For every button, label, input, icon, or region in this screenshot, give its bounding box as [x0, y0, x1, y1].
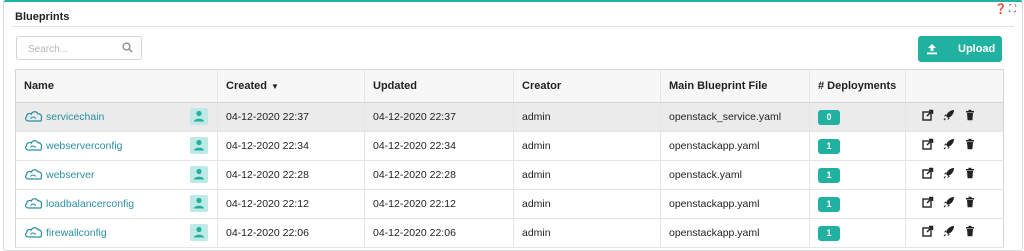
main-blueprint-file-cell: openstackapp.yaml — [660, 189, 810, 219]
creator-cell: admin — [513, 131, 661, 161]
main-blueprint-file-cell: openstackapp.yaml — [660, 218, 810, 248]
search-icon[interactable] — [122, 42, 133, 56]
blueprint-cloud-icon — [24, 168, 43, 183]
actions-cell — [905, 131, 1004, 161]
blueprint-name-link[interactable]: webserver — [46, 169, 94, 181]
deployments-cell: 1 — [809, 131, 906, 161]
blueprint-name-link[interactable]: servicechain — [46, 111, 104, 123]
widget-controls: ❓⛶ — [995, 4, 1018, 15]
deployments-count-badge: 0 — [818, 109, 840, 125]
blueprint-cloud-icon — [24, 197, 43, 212]
blueprints-table: Name Created ▼ Updated Creator Main Bluep… — [15, 69, 1004, 248]
delete-trash-icon[interactable] — [962, 138, 978, 154]
upload-icon — [926, 43, 938, 58]
delete-trash-icon[interactable] — [962, 109, 978, 125]
user-icon — [190, 224, 208, 241]
updated-cell: 04-12-2020 22:37 — [364, 102, 514, 132]
creator-cell: admin — [513, 189, 661, 219]
deployments-cell: 1 — [809, 218, 906, 248]
name-cell: servicechain — [15, 102, 218, 132]
name-cell: webserver — [15, 160, 218, 190]
deployments-count-badge: 1 — [818, 138, 840, 154]
column-header-updated[interactable]: Updated — [364, 69, 514, 103]
search-input[interactable] — [26, 38, 126, 60]
deploy-rocket-icon[interactable] — [941, 167, 957, 183]
deployments-count-badge: 1 — [818, 167, 840, 183]
column-header-deployments[interactable]: # Deployments — [809, 69, 906, 103]
created-cell: 04-12-2020 22:06 — [217, 218, 365, 248]
user-icon — [190, 108, 208, 125]
deploy-rocket-icon[interactable] — [941, 109, 957, 125]
deploy-rocket-icon[interactable] — [941, 196, 957, 212]
main-blueprint-file-cell: openstackapp.yaml — [660, 131, 810, 161]
upload-label: Upload — [958, 43, 996, 55]
deployments-count-badge: 1 — [818, 196, 840, 212]
created-cell: 04-12-2020 22:12 — [217, 189, 365, 219]
created-cell: 04-12-2020 22:28 — [217, 160, 365, 190]
deployments-cell: 0 — [809, 102, 906, 132]
creator-cell: admin — [513, 102, 661, 132]
user-icon — [190, 195, 208, 212]
actions-cell — [905, 102, 1004, 132]
actions-cell — [905, 218, 1004, 248]
create-deployment-icon[interactable] — [920, 167, 936, 183]
name-cell: loadbalancerconfig — [15, 189, 218, 219]
deploy-rocket-icon[interactable] — [941, 138, 957, 154]
deploy-rocket-icon[interactable] — [941, 225, 957, 241]
table-row[interactable]: loadbalancerconfig 04-12-2020 22:12 04-1… — [15, 189, 1004, 219]
upload-button[interactable]: Upload — [918, 36, 1002, 62]
help-icon[interactable]: ❓ — [995, 4, 1009, 15]
name-cell: firewallconfig — [15, 218, 218, 248]
column-header-created[interactable]: Created ▼ — [217, 69, 365, 103]
created-cell: 04-12-2020 22:34 — [217, 131, 365, 161]
user-icon — [190, 137, 208, 154]
sort-desc-icon: ▼ — [270, 82, 279, 91]
blueprint-name-link[interactable]: webserverconfig — [46, 140, 122, 152]
create-deployment-icon[interactable] — [920, 196, 936, 212]
deployments-count-badge: 1 — [818, 225, 840, 241]
column-header-creator[interactable]: Creator — [513, 69, 661, 103]
blueprint-cloud-icon — [24, 226, 43, 241]
updated-cell: 04-12-2020 22:06 — [364, 218, 514, 248]
table-header-row: Name Created ▼ Updated Creator Main Bluep… — [15, 69, 1004, 103]
column-header-name[interactable]: Name — [15, 69, 218, 103]
table-row[interactable]: servicechain 04-12-2020 22:37 04-12-2020… — [15, 102, 1004, 132]
column-header-actions — [905, 69, 1004, 103]
updated-cell: 04-12-2020 22:34 — [364, 131, 514, 161]
widget-title: Blueprints — [15, 11, 70, 23]
creator-cell: admin — [513, 160, 661, 190]
deployments-cell: 1 — [809, 189, 906, 219]
create-deployment-icon[interactable] — [920, 109, 936, 125]
actions-cell — [905, 189, 1004, 219]
created-cell: 04-12-2020 22:37 — [217, 102, 365, 132]
create-deployment-icon[interactable] — [920, 138, 936, 154]
create-deployment-icon[interactable] — [920, 225, 936, 241]
search-box — [16, 36, 142, 60]
blueprint-cloud-icon — [24, 139, 43, 154]
delete-trash-icon[interactable] — [962, 167, 978, 183]
updated-cell: 04-12-2020 22:12 — [364, 189, 514, 219]
table-row[interactable]: webserver 04-12-2020 22:28 04-12-2020 22… — [15, 160, 1004, 190]
table-row[interactable]: firewallconfig 04-12-2020 22:06 04-12-20… — [15, 218, 1004, 248]
delete-trash-icon[interactable] — [962, 196, 978, 212]
expand-icon[interactable]: ⛶ — [1009, 4, 1018, 15]
deployments-cell: 1 — [809, 160, 906, 190]
user-icon — [190, 166, 208, 183]
main-blueprint-file-cell: openstack_service.yaml — [660, 102, 810, 132]
delete-trash-icon[interactable] — [962, 225, 978, 241]
main-blueprint-file-cell: openstack.yaml — [660, 160, 810, 190]
blueprint-name-link[interactable]: firewallconfig — [46, 227, 107, 239]
blueprint-cloud-icon — [24, 110, 43, 125]
name-cell: webserverconfig — [15, 131, 218, 161]
creator-cell: admin — [513, 218, 661, 248]
actions-cell — [905, 160, 1004, 190]
column-header-main-blueprint-file[interactable]: Main Blueprint File — [660, 69, 810, 103]
updated-cell: 04-12-2020 22:28 — [364, 160, 514, 190]
table-row[interactable]: webserverconfig 04-12-2020 22:34 04-12-2… — [15, 131, 1004, 161]
title-divider — [12, 26, 1014, 27]
blueprint-name-link[interactable]: loadbalancerconfig — [46, 198, 134, 210]
